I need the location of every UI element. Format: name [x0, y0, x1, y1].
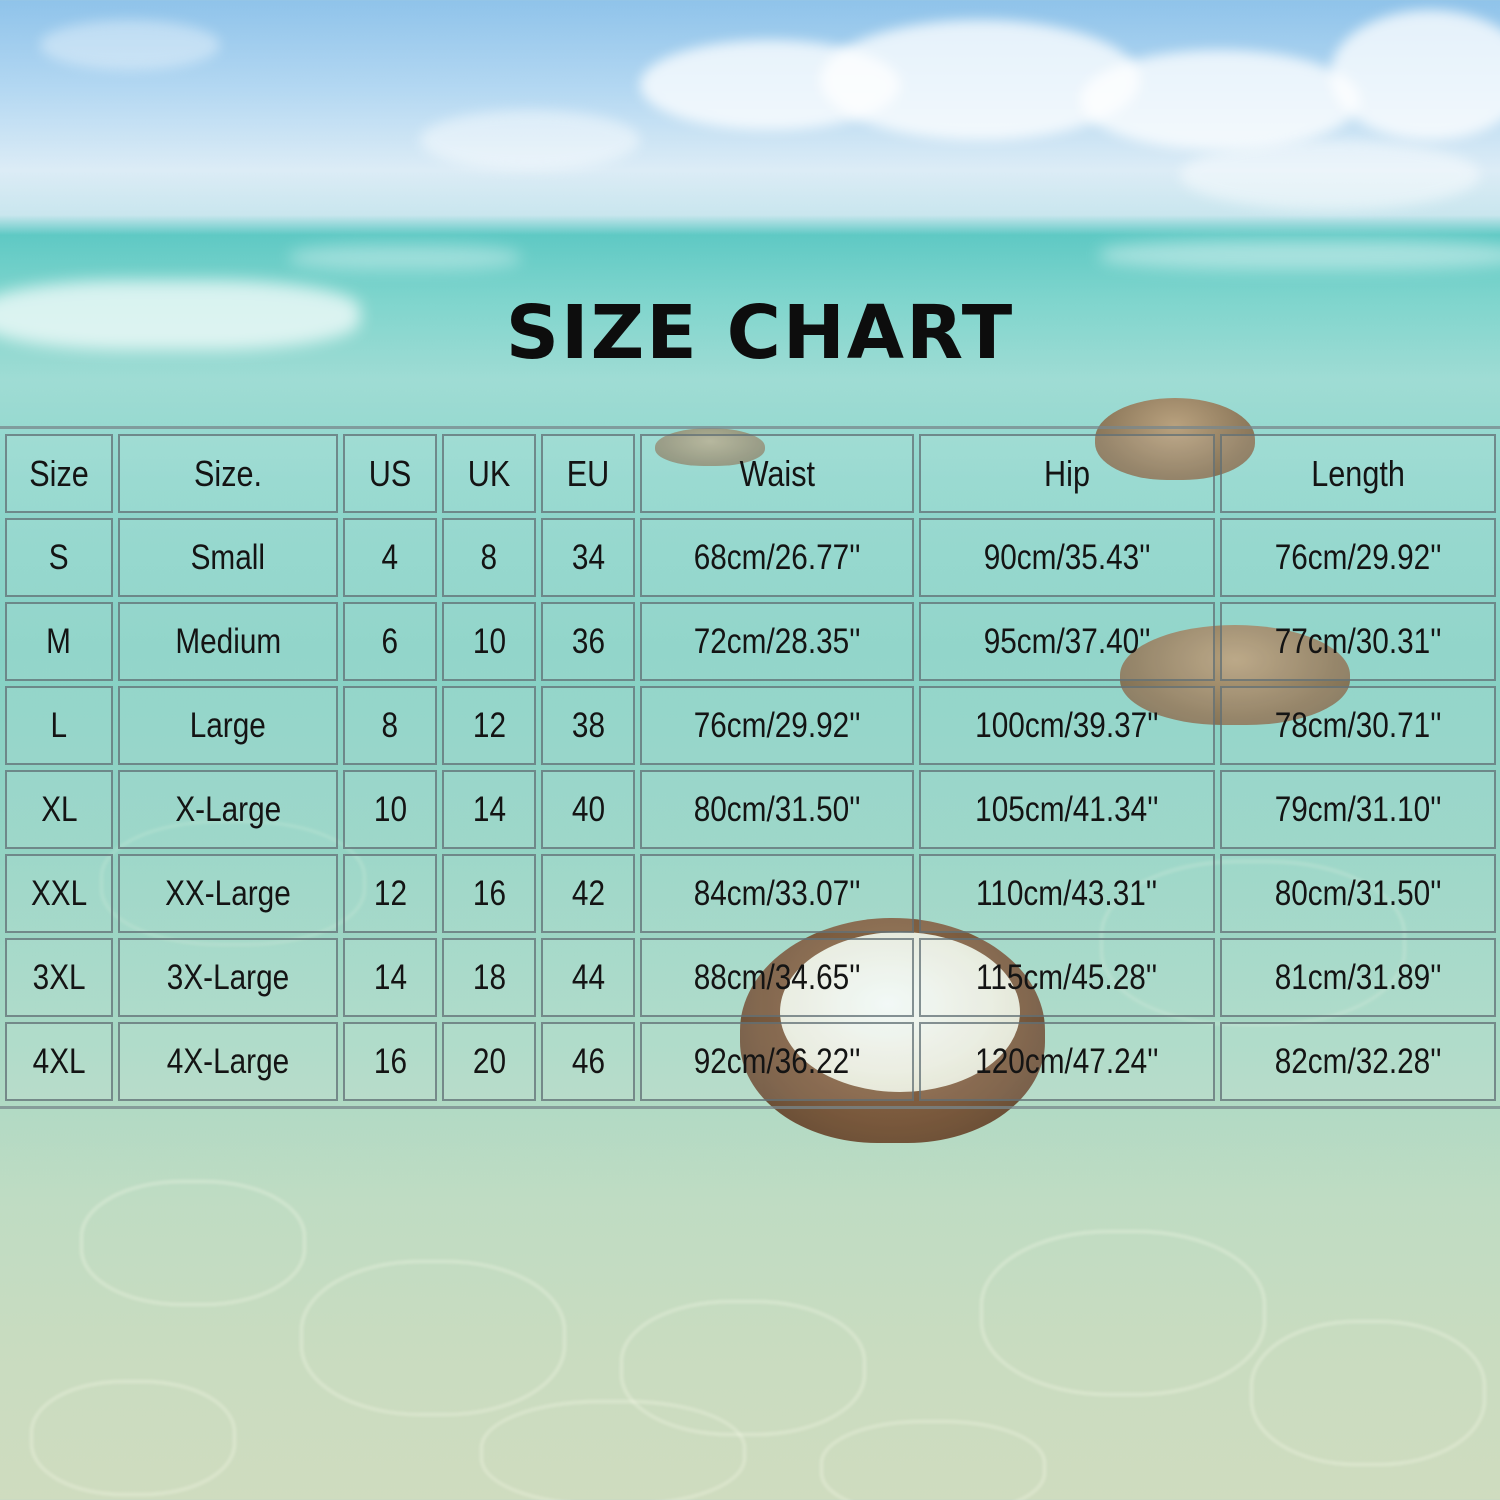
- table-cell: 36: [541, 602, 635, 681]
- table-cell: 110cm/43.31'': [919, 854, 1215, 933]
- table-cell: 34: [541, 518, 635, 597]
- table-cell: S: [5, 518, 113, 597]
- table-cell: 90cm/35.43'': [919, 518, 1215, 597]
- table-cell: 3XL: [5, 938, 113, 1017]
- column-header: UK: [442, 434, 536, 513]
- table-cell: 14: [343, 938, 437, 1017]
- table-row: S Small 4 8 34 68cm/26.77'' 90cm/35.43''…: [5, 518, 1496, 597]
- column-header: Size.: [118, 434, 338, 513]
- table-cell: 120cm/47.24'': [919, 1022, 1215, 1101]
- table-row: XXL XX-Large 12 16 42 84cm/33.07'' 110cm…: [5, 854, 1496, 933]
- table-cell: 68cm/26.77'': [640, 518, 914, 597]
- table-cell: XXL: [5, 854, 113, 933]
- table-cell: 38: [541, 686, 635, 765]
- size-chart-table: Size Size. US UK EU Waist Hip Length S S…: [0, 426, 1500, 1109]
- table-cell: L: [5, 686, 113, 765]
- table-cell: 42: [541, 854, 635, 933]
- table-cell: 76cm/29.92'': [640, 686, 914, 765]
- column-header: Length: [1220, 434, 1496, 513]
- table-cell: 105cm/41.34'': [919, 770, 1215, 849]
- table-cell: 20: [442, 1022, 536, 1101]
- table-cell: 78cm/30.71'': [1220, 686, 1496, 765]
- table-cell: 6: [343, 602, 437, 681]
- table-cell: 4X-Large: [118, 1022, 338, 1101]
- table-cell: 44: [541, 938, 635, 1017]
- column-header: US: [343, 434, 437, 513]
- table-cell: 79cm/31.10'': [1220, 770, 1496, 849]
- table-cell: 92cm/36.22'': [640, 1022, 914, 1101]
- table-cell: Medium: [118, 602, 338, 681]
- table-cell: 115cm/45.28'': [919, 938, 1215, 1017]
- table-cell: 10: [343, 770, 437, 849]
- table-cell: 46: [541, 1022, 635, 1101]
- table-cell: 3X-Large: [118, 938, 338, 1017]
- table-cell: 12: [442, 686, 536, 765]
- table-cell: 8: [442, 518, 536, 597]
- column-header: Size: [5, 434, 113, 513]
- table-cell: 100cm/39.37'': [919, 686, 1215, 765]
- table-cell: 4: [343, 518, 437, 597]
- table-cell: 80cm/31.50'': [640, 770, 914, 849]
- table-cell: M: [5, 602, 113, 681]
- table-cell: 95cm/37.40'': [919, 602, 1215, 681]
- column-header: Hip: [919, 434, 1215, 513]
- table-cell: 18: [442, 938, 536, 1017]
- table-cell: Large: [118, 686, 338, 765]
- table-cell: 77cm/30.31'': [1220, 602, 1496, 681]
- table-cell: 12: [343, 854, 437, 933]
- table-cell: 82cm/32.28'': [1220, 1022, 1496, 1101]
- table-cell: 16: [343, 1022, 437, 1101]
- table-row: M Medium 6 10 36 72cm/28.35'' 95cm/37.40…: [5, 602, 1496, 681]
- table-row: L Large 8 12 38 76cm/29.92'' 100cm/39.37…: [5, 686, 1496, 765]
- table-cell: 14: [442, 770, 536, 849]
- table-cell: X-Large: [118, 770, 338, 849]
- table-cell: XX-Large: [118, 854, 338, 933]
- table-cell: 72cm/28.35'': [640, 602, 914, 681]
- table-cell: 16: [442, 854, 536, 933]
- table-cell: Small: [118, 518, 338, 597]
- column-header: EU: [541, 434, 635, 513]
- table-cell: 76cm/29.92'': [1220, 518, 1496, 597]
- table-cell: 81cm/31.89'': [1220, 938, 1496, 1017]
- table-cell: XL: [5, 770, 113, 849]
- table-cell: 10: [442, 602, 536, 681]
- table-row: 4XL 4X-Large 16 20 46 92cm/36.22'' 120cm…: [5, 1022, 1496, 1101]
- table-cell: 88cm/34.65'': [640, 938, 914, 1017]
- table-cell: 80cm/31.50'': [1220, 854, 1496, 933]
- table-cell: 8: [343, 686, 437, 765]
- table-cell: 84cm/33.07'': [640, 854, 914, 933]
- header-row: Size Size. US UK EU Waist Hip Length: [5, 434, 1496, 513]
- table-row: 3XL 3X-Large 14 18 44 88cm/34.65'' 115cm…: [5, 938, 1496, 1017]
- table-row: XL X-Large 10 14 40 80cm/31.50'' 105cm/4…: [5, 770, 1496, 849]
- page-title: SIZE CHART: [505, 290, 1015, 376]
- table-cell: 40: [541, 770, 635, 849]
- column-header: Waist: [640, 434, 914, 513]
- table-cell: 4XL: [5, 1022, 113, 1101]
